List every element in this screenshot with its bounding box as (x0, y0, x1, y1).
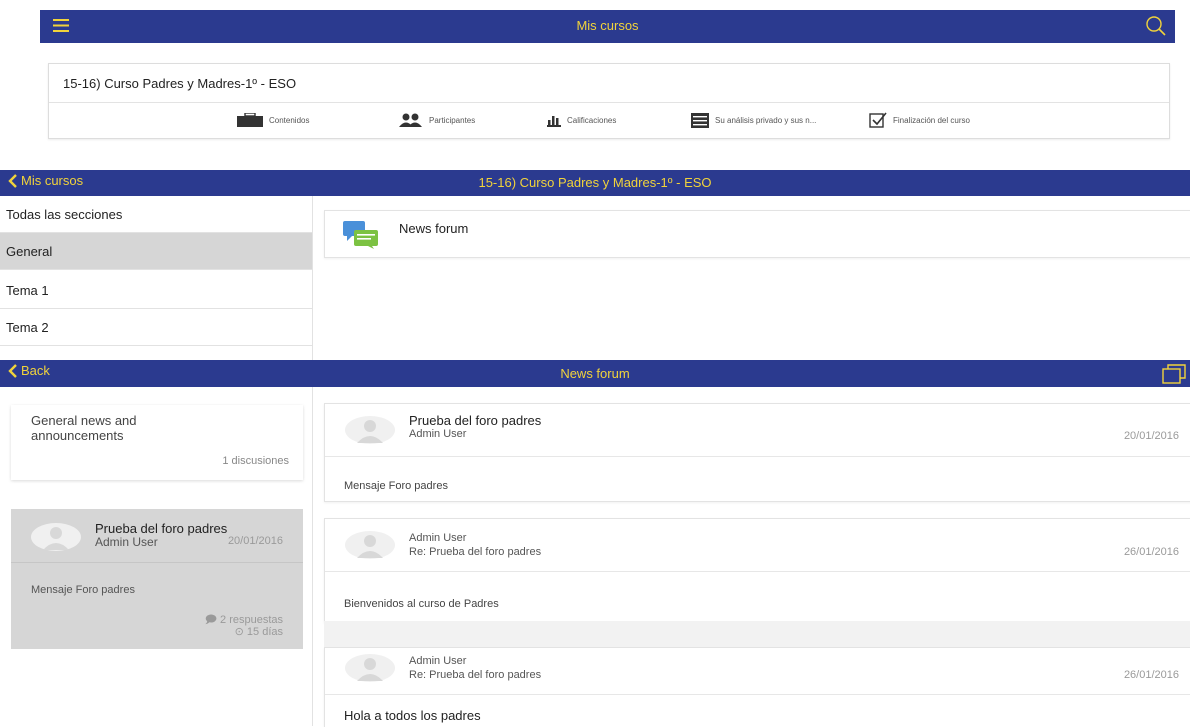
forum-icon (343, 221, 379, 249)
post-title: Prueba del foro padres (409, 413, 542, 428)
post-date: 20/01/2016 (1123, 430, 1179, 442)
discussion-card[interactable]: Prueba del foro padres Admin User 20/01/… (11, 509, 303, 649)
divider (49, 102, 1169, 103)
forum-info-card[interactable]: General news and announcements 1 discusi… (11, 405, 303, 480)
post-subject: Re: Prueba del foro padres (409, 669, 542, 681)
forum-title: News forum (560, 366, 630, 381)
discussion-count: 1 discusiones (222, 455, 289, 467)
module-news-forum[interactable]: News forum (324, 210, 1190, 258)
clock-icon: ⊙ (234, 626, 244, 638)
tool-finalizacion[interactable]: Finalización del curso (869, 109, 970, 131)
post-message: Mensaje Foro padres (344, 480, 448, 492)
sidebar-item-label: Todas las secciones (6, 206, 123, 222)
forum-header-bar: Back News forum (0, 360, 1190, 387)
bar-chart-icon (547, 113, 561, 127)
spacer (324, 621, 1190, 647)
post-date: 26/01/2016 (1123, 546, 1179, 558)
course-header-bar: Mis cursos 15-16) Curso Padres y Madres-… (0, 170, 1190, 196)
sidebar-item-general[interactable]: General (0, 233, 312, 270)
tool-label: Finalización del curso (893, 115, 970, 125)
post-author: Admin User (409, 428, 467, 440)
post-author: Admin User (409, 655, 467, 667)
post-author: Admin User (409, 532, 467, 544)
list-icon (691, 112, 709, 128)
tool-participantes[interactable]: Participantes (399, 109, 475, 131)
age-text: 15 días (246, 626, 283, 638)
course-title: 15-16) Curso Padres y Madres-1º - ESO (478, 175, 712, 190)
post-date: 26/01/2016 (1123, 669, 1179, 681)
avatar (345, 654, 395, 682)
course-title[interactable]: 15-16) Curso Padres y Madres-1º - ESO (63, 76, 296, 91)
open-window-icon[interactable] (1162, 364, 1186, 384)
post-message: Bienvenidos al curso de Padres (344, 598, 499, 610)
forum-description: General news and announcements (31, 413, 137, 443)
discussion-date: 20/01/2016 (227, 535, 283, 547)
pane-divider (312, 196, 313, 360)
avatar (345, 531, 395, 559)
page-title: Mis cursos (576, 18, 639, 33)
sidebar-item-tema-2[interactable]: Tema 2 (0, 309, 312, 346)
sidebar-item-label: Tema 1 (6, 282, 49, 298)
checkbox-icon (869, 112, 887, 128)
sidebar-item-label: Tema 2 (6, 319, 49, 335)
avatar (345, 416, 395, 444)
avatar (31, 523, 81, 551)
top-bar-mis-cursos: Mis cursos (40, 10, 1175, 43)
post-subject: Re: Prueba del foro padres (409, 546, 542, 558)
post-card: Admin User Re: Prueba del foro padres 26… (324, 518, 1190, 623)
tool-label: Contenidos (269, 115, 310, 125)
discussion-author: Admin User (95, 535, 158, 549)
discussion-title: Prueba del foro padres (95, 521, 228, 536)
tool-label: Su análisis privado y sus n... (715, 115, 817, 125)
tool-analisis-privado[interactable]: Su análisis privado y sus n... (691, 109, 816, 131)
pane-divider (312, 387, 313, 726)
discussion-message: Mensaje Foro padres (31, 584, 135, 596)
sidebar-item-tema-1[interactable]: Tema 1 (0, 272, 312, 309)
people-icon (399, 113, 423, 127)
post-message: Hola a todos los padres (344, 708, 481, 723)
post-card: Admin User Re: Prueba del foro padres 26… (324, 647, 1190, 727)
search-icon[interactable] (1145, 15, 1167, 37)
sidebar-item-label: General (6, 243, 53, 259)
tool-label: Participantes (429, 115, 476, 125)
discussion-age: ⊙ 15 días (235, 625, 283, 638)
course-card: 15-16) Curso Padres y Madres-1º - ESO Co… (48, 63, 1170, 139)
sidebar-item-todas[interactable]: Todas las secciones (0, 196, 312, 233)
comment-icon: 🗩 (204, 614, 217, 626)
briefcase-icon (237, 113, 263, 127)
post-card: Prueba del foro padres Admin User 20/01/… (324, 403, 1190, 502)
tool-label: Calificaciones (567, 115, 617, 125)
tool-contenidos[interactable]: Contenidos (237, 109, 309, 131)
tool-calificaciones[interactable]: Calificaciones (547, 109, 616, 131)
module-name: News forum (399, 221, 469, 236)
